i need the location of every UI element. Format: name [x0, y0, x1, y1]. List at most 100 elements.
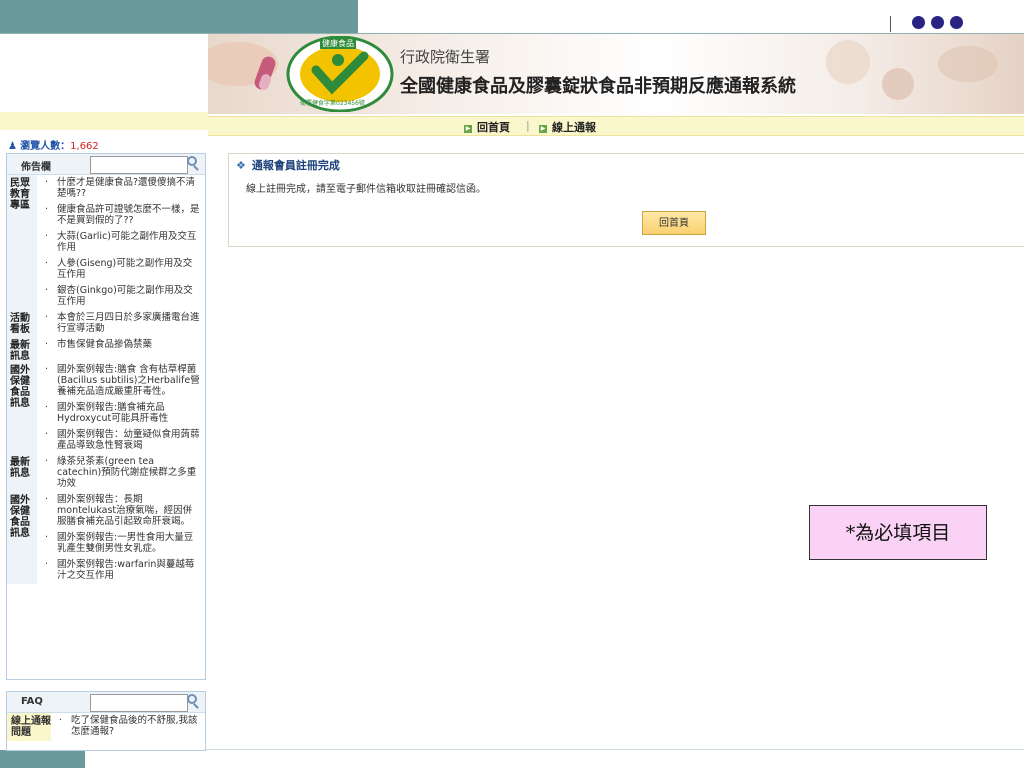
- bullet-icon: ·: [45, 532, 49, 543]
- list-item[interactable]: · 市售保健食品摻偽禁藥: [41, 337, 205, 353]
- bullet-icon: ·: [45, 429, 49, 440]
- list-item[interactable]: · 什麼才是健康食品?還傻傻搞不清楚嗎??: [41, 175, 205, 202]
- category-row: 國外保健食品訊息 · 國外案例報告：長期montelukast治療氣喘，經因併服膳食…: [7, 492, 205, 584]
- bullet-icon: ·: [45, 456, 49, 467]
- faq-list: 線上通報問題 · 吃了保健食品後的不舒服,我該怎麼通報?: [7, 713, 205, 741]
- category-label: 最新訊息: [7, 337, 37, 362]
- category-label: 民眾教育專區: [7, 175, 37, 310]
- nav-arrow-icon: ▶: [539, 125, 547, 133]
- registration-complete-box: [228, 153, 1024, 247]
- bullet-icon: ·: [59, 715, 63, 726]
- list-item[interactable]: · 國外案例報告：幼童疑似食用蒟蒻產品導致急性腎衰竭: [41, 427, 205, 454]
- user-icon: ♟: [8, 141, 17, 152]
- list-item[interactable]: · 健康食品許可證號怎麼不一樣，是不是買到假的了??: [41, 202, 205, 229]
- bullet-icon: ·: [45, 177, 49, 188]
- bulletin-list: 民眾教育專區 · 什麼才是健康食品?還傻傻搞不清楚嗎?? · 健康食品許可證號怎麼不一樣…: [7, 175, 205, 584]
- category-row: 最新訊息 · 綠茶兒茶素(green tea catechin)預防代謝症候群之多重…: [7, 454, 205, 492]
- left-header-strip: [0, 112, 208, 130]
- list-item-text: 吃了保健食品後的不舒服,我該怎麼通報?: [71, 715, 198, 737]
- slide-dot-3: [950, 16, 963, 29]
- nav-separator: |: [526, 119, 530, 132]
- visitor-counter: ♟ 瀏覽人數：1,662: [8, 137, 99, 152]
- list-item[interactable]: · 國外案例報告:warfarin與蔓越莓汁之交互作用: [41, 557, 205, 584]
- slide-bottom-bar: [0, 750, 85, 768]
- category-items: · 本會於三月四日於多家廣播電台進行宣導活動: [37, 310, 205, 337]
- list-item-text: 綠茶兒茶素(green tea catechin)預防代謝症候群之多重功效: [57, 456, 197, 489]
- category-items: · 國外案例報告:膳食 含有枯草桿菌(Bacillus subtilis)之Her…: [37, 362, 205, 454]
- top-nav-bar: ▶ 回首頁 | ▶ 線上通報: [208, 116, 1024, 136]
- bullet-icon: ·: [45, 559, 49, 570]
- list-item-text: 人參(Giseng)可能之副作用及交互作用: [57, 258, 193, 280]
- list-item[interactable]: · 國外案例報告：長期montelukast治療氣喘，經因併服膳食補充品引起致命肝…: [41, 492, 205, 530]
- list-item-text: 國外案例報告:膳食補充品Hydroxycut可能具肝毒性: [57, 402, 169, 424]
- health-food-logo: 健康食品 衛署健食字第023456號: [286, 35, 394, 113]
- list-item-text: 國外案例報告：長期montelukast治療氣喘，經因併服膳食補充品引起致命肝衰…: [57, 494, 193, 527]
- registration-message: 線上註冊完成，請至電子郵件信箱收取註冊確認信函。: [246, 184, 486, 195]
- category-items: · 吃了保健食品後的不舒服,我該怎麼通報?: [51, 713, 205, 741]
- list-item-text: 大蒜(Garlic)可能之副作用及交互作用: [57, 231, 197, 253]
- nav-online-report-link[interactable]: ▶ 線上通報: [539, 119, 596, 135]
- category-row: 最新訊息 · 市售保健食品摻偽禁藥: [7, 337, 205, 362]
- visitor-label: 瀏覽人數：: [20, 141, 71, 152]
- category-label: 線上通報問題: [7, 713, 51, 741]
- list-item-text: 市售保健食品摻偽禁藥: [57, 339, 153, 350]
- category-label: 國外保健食品訊息: [7, 492, 37, 584]
- bullet-icon: ·: [45, 312, 49, 323]
- bulletin-title: 佈告欄: [21, 162, 51, 173]
- category-items: · 市售保健食品摻偽禁藥: [37, 337, 205, 362]
- list-item[interactable]: · 大蒜(Garlic)可能之副作用及交互作用: [41, 229, 205, 256]
- list-item[interactable]: · 國外案例報告:膳食 含有枯草桿菌(Bacillus subtilis)之Her…: [41, 362, 205, 400]
- list-item-text: 國外案例報告:warfarin與蔓越莓汁之交互作用: [57, 559, 195, 581]
- list-item[interactable]: · 國外案例報告:膳食補充品Hydroxycut可能具肝毒性: [41, 400, 205, 427]
- list-item[interactable]: · 綠茶兒茶素(green tea catechin)預防代謝症候群之多重功效: [41, 454, 205, 492]
- category-label: 國外保健食品訊息: [7, 362, 37, 454]
- category-row: 國外保健食品訊息 · 國外案例報告:膳食 含有枯草桿菌(Bacillus subti…: [7, 362, 205, 454]
- category-label: 活動看板: [7, 310, 37, 337]
- list-item-text: 什麼才是健康食品?還傻傻搞不清楚嗎??: [57, 177, 196, 199]
- required-fields-note: *為必填項目: [809, 505, 987, 560]
- bullet-icon: ·: [45, 285, 49, 296]
- slide-dot-1: [912, 16, 925, 29]
- left-header-blank: [0, 34, 209, 112]
- faq-search-input[interactable]: [90, 694, 188, 712]
- bullet-icon: ·: [45, 402, 49, 413]
- back-home-button[interactable]: 回首頁: [642, 211, 706, 235]
- bulletin-search-input[interactable]: [90, 156, 188, 174]
- nav-arrow-icon: ▶: [464, 125, 472, 133]
- category-items: · 國外案例報告：長期montelukast治療氣喘，經因併服膳食補充品引起致命肝…: [37, 492, 205, 584]
- logo-number: 衛署健食字第023456號: [300, 100, 365, 107]
- logo-label: 健康食品: [320, 38, 356, 49]
- bullet-icon: ·: [45, 339, 49, 350]
- bullet-icon: ·: [45, 494, 49, 505]
- list-item-text: 國外案例報告:膳食 含有枯草桿菌(Bacillus subtilis)之Herb…: [57, 364, 200, 397]
- list-item[interactable]: · 國外案例報告:一男性食用大量豆乳產生雙側男性女乳症。: [41, 530, 205, 557]
- category-items: · 什麼才是健康食品?還傻傻搞不清楚嗎?? · 健康食品許可證號怎麼不一樣，是不是買到…: [37, 175, 205, 310]
- category-items: · 綠茶兒茶素(green tea catechin)預防代謝症候群之多重功效: [37, 454, 205, 492]
- slide-top-bar: [0, 0, 358, 33]
- list-item[interactable]: · 人參(Giseng)可能之副作用及交互作用: [41, 256, 205, 283]
- list-item-text: 本會於三月四日於多家廣播電台進行宣導活動: [57, 312, 200, 334]
- bullet-icon: ·: [45, 258, 49, 269]
- diamond-icon: ❖: [236, 159, 246, 172]
- list-item[interactable]: · 吃了保健食品後的不舒服,我該怎麼通報?: [55, 713, 205, 740]
- faq-title: FAQ: [21, 696, 43, 707]
- list-item[interactable]: · 本會於三月四日於多家廣播電台進行宣導活動: [41, 310, 205, 337]
- category-label: 最新訊息: [7, 454, 37, 492]
- bullet-icon: ·: [45, 204, 49, 215]
- visitor-count: 1,662: [70, 141, 99, 152]
- search-icon[interactable]: [187, 156, 197, 166]
- bullet-icon: ·: [45, 364, 49, 375]
- faq-header: FAQ: [7, 692, 205, 713]
- category-row: 民眾教育專區 · 什麼才是健康食品?還傻傻搞不清楚嗎?? · 健康食品許可證號怎麼不一樣…: [7, 175, 205, 310]
- list-item-text: 國外案例報告:一男性食用大量豆乳產生雙側男性女乳症。: [57, 532, 194, 554]
- slide-bottom-rule: [85, 749, 1024, 750]
- slide-separator: [890, 16, 891, 32]
- search-icon[interactable]: [187, 694, 197, 704]
- nav-home-link[interactable]: ▶ 回首頁: [464, 119, 510, 135]
- slide-dot-2: [931, 16, 944, 29]
- list-item[interactable]: · 銀杏(Ginkgo)可能之副作用及交互作用: [41, 283, 205, 310]
- bullet-icon: ·: [45, 231, 49, 242]
- bulletin-panel: 佈告欄 民眾教育專區 · 什麼才是健康食品?還傻傻搞不清楚嗎?? · 健康食品許可證號怎…: [6, 153, 206, 680]
- list-item-text: 國外案例報告：幼童疑似食用蒟蒻產品導致急性腎衰竭: [57, 429, 200, 451]
- faq-panel: FAQ 線上通報問題 · 吃了保健食品後的不舒服,我該怎麼通報?: [6, 691, 206, 751]
